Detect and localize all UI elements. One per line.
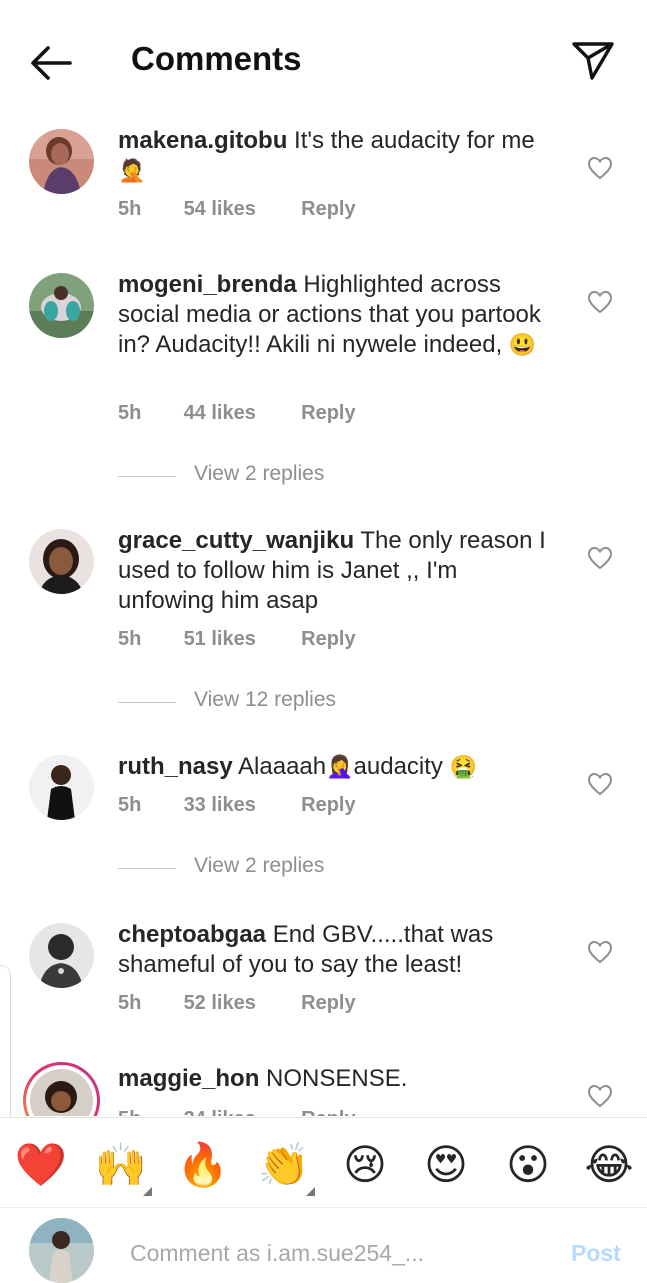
comment-time: 5h bbox=[118, 402, 142, 424]
comment-content: NONSENSE. bbox=[266, 1065, 408, 1092]
view-replies-label: View 2 replies bbox=[194, 462, 325, 485]
view-replies-label: View 2 replies bbox=[194, 854, 325, 877]
comment-likes[interactable]: 52 likes bbox=[184, 992, 296, 1015]
comment-meta: 5h 24 likes Reply bbox=[118, 1108, 356, 1116]
skin-tone-indicator bbox=[306, 1187, 315, 1196]
divider bbox=[118, 476, 176, 477]
comment-time: 5h bbox=[118, 992, 142, 1014]
comment-likes[interactable]: 24 likes bbox=[184, 1108, 296, 1116]
reply-button[interactable]: Reply bbox=[301, 1108, 355, 1116]
comment-emoji: 🤦‍♀️ bbox=[326, 754, 354, 779]
post-button[interactable]: Post bbox=[571, 1240, 621, 1267]
comment-meta: 5h 52 likes Reply bbox=[118, 992, 356, 1015]
back-arrow-icon[interactable] bbox=[28, 42, 74, 84]
comment-likes[interactable]: 44 likes bbox=[184, 402, 296, 425]
comment-text: ruth_nasy Alaaaah🤦‍♀️audacity 🤮 bbox=[118, 752, 558, 782]
heart-icon[interactable] bbox=[587, 290, 613, 314]
emoji-raised-hands-button[interactable]: 🙌 bbox=[94, 1138, 152, 1196]
paper-plane-icon[interactable] bbox=[571, 38, 615, 82]
comment-content: audacity bbox=[353, 753, 443, 780]
comment-meta: 5h 51 likes Reply bbox=[118, 628, 356, 651]
comment-meta: 5h 54 likes Reply bbox=[118, 198, 356, 221]
comment-item: mogeni_brenda Highlighted across social … bbox=[0, 270, 647, 510]
view-replies-button[interactable]: View 2 replies bbox=[118, 854, 418, 884]
emoji-crying-face-button[interactable]: 😢 bbox=[338, 1138, 392, 1192]
divider bbox=[118, 702, 176, 703]
comment-username[interactable]: ruth_nasy bbox=[118, 753, 233, 780]
reply-button[interactable]: Reply bbox=[301, 198, 355, 221]
view-replies-button[interactable]: View 2 replies bbox=[118, 462, 418, 492]
reply-button[interactable]: Reply bbox=[301, 992, 355, 1015]
comment-username[interactable]: maggie_hon bbox=[118, 1065, 259, 1092]
comment-username[interactable]: mogeni_brenda bbox=[118, 271, 297, 298]
view-replies-label: View 12 replies bbox=[194, 688, 337, 711]
skin-tone-indicator bbox=[143, 1187, 152, 1196]
comment-text: makena.gitobu It's the audacity for me 🤦 bbox=[118, 126, 558, 186]
comment-text: cheptoabgaa End GBV.....that was shamefu… bbox=[118, 920, 558, 980]
reply-button[interactable]: Reply bbox=[301, 402, 355, 425]
reply-button[interactable]: Reply bbox=[301, 794, 355, 817]
emoji-laughing-button[interactable]: 😂 bbox=[582, 1138, 636, 1192]
avatar[interactable] bbox=[29, 529, 94, 594]
comment-likes[interactable]: 54 likes bbox=[184, 198, 296, 221]
comment-likes[interactable]: 51 likes bbox=[184, 628, 296, 651]
comment-meta: 5h 44 likes Reply bbox=[118, 402, 356, 425]
emoji-heart-button[interactable]: ❤️ bbox=[14, 1138, 68, 1192]
emoji-surprised-button[interactable]: 😮 bbox=[501, 1138, 555, 1192]
comment-item: grace_cutty_wanjiku The only reason I us… bbox=[0, 526, 647, 736]
comment-username[interactable]: grace_cutty_wanjiku bbox=[118, 527, 354, 554]
comment-emoji: 🤦 bbox=[118, 158, 146, 183]
header: Comments bbox=[0, 0, 647, 120]
comment-time: 5h bbox=[118, 628, 142, 650]
page-title: Comments bbox=[131, 40, 302, 77]
comment-content: Alaaaah bbox=[238, 753, 327, 780]
comment-time: 5h bbox=[118, 1108, 178, 1116]
emoji-heart-eyes-button[interactable]: 😍 bbox=[419, 1138, 473, 1192]
avatar[interactable] bbox=[29, 923, 94, 988]
comment-username[interactable]: cheptoabgaa bbox=[118, 921, 266, 948]
heart-icon[interactable] bbox=[587, 940, 613, 964]
comment-time: 5h bbox=[118, 794, 142, 816]
emoji-fire-button[interactable]: 🔥 bbox=[176, 1138, 230, 1192]
comment-composer: Post bbox=[0, 1207, 647, 1283]
heart-icon[interactable] bbox=[587, 546, 613, 570]
comment-content: It's the audacity for me bbox=[294, 127, 535, 154]
comment-meta: 5h 33 likes Reply bbox=[118, 794, 356, 817]
comment-text: mogeni_brenda Highlighted across social … bbox=[118, 270, 558, 360]
emoji-clap-button[interactable]: 👏 bbox=[257, 1138, 315, 1196]
comment-time: 5h bbox=[118, 198, 142, 220]
comment-item: ruth_nasy Alaaaah🤦‍♀️audacity 🤮 5h 33 li… bbox=[0, 752, 647, 902]
comment-item: maggie_hon NONSENSE. 5h 24 likes Reply bbox=[0, 1062, 647, 1116]
heart-icon[interactable] bbox=[587, 1084, 613, 1108]
emoji-raised-hands: 🙌 bbox=[94, 1140, 148, 1189]
emoji-clap: 👏 bbox=[257, 1140, 311, 1189]
avatar[interactable] bbox=[29, 755, 94, 820]
comment-emoji: 😃 bbox=[508, 332, 537, 357]
heart-icon[interactable] bbox=[587, 772, 613, 796]
comment-text: maggie_hon NONSENSE. bbox=[118, 1064, 558, 1094]
comment-item: makena.gitobu It's the audacity for me 🤦… bbox=[0, 126, 647, 236]
reply-button[interactable]: Reply bbox=[301, 628, 355, 651]
current-user-avatar bbox=[29, 1218, 94, 1283]
comment-item: cheptoabgaa End GBV.....that was shamefu… bbox=[0, 920, 647, 1040]
emoji-reaction-bar: ❤️ 🙌 🔥 👏 😢 😍 😮 😂 bbox=[0, 1117, 647, 1208]
comment-list[interactable]: makena.gitobu It's the audacity for me 🤦… bbox=[0, 116, 647, 1116]
heart-icon[interactable] bbox=[587, 156, 613, 180]
divider bbox=[118, 868, 176, 869]
comment-likes[interactable]: 33 likes bbox=[184, 794, 296, 817]
comment-text: grace_cutty_wanjiku The only reason I us… bbox=[118, 526, 558, 616]
avatar[interactable] bbox=[29, 129, 94, 194]
story-ring-avatar[interactable] bbox=[23, 1062, 100, 1116]
comment-emoji: 🤮 bbox=[449, 754, 477, 779]
comment-username[interactable]: makena.gitobu bbox=[118, 127, 287, 154]
view-replies-button[interactable]: View 12 replies bbox=[118, 688, 418, 718]
comment-input[interactable] bbox=[130, 1238, 550, 1268]
avatar[interactable] bbox=[29, 273, 94, 338]
